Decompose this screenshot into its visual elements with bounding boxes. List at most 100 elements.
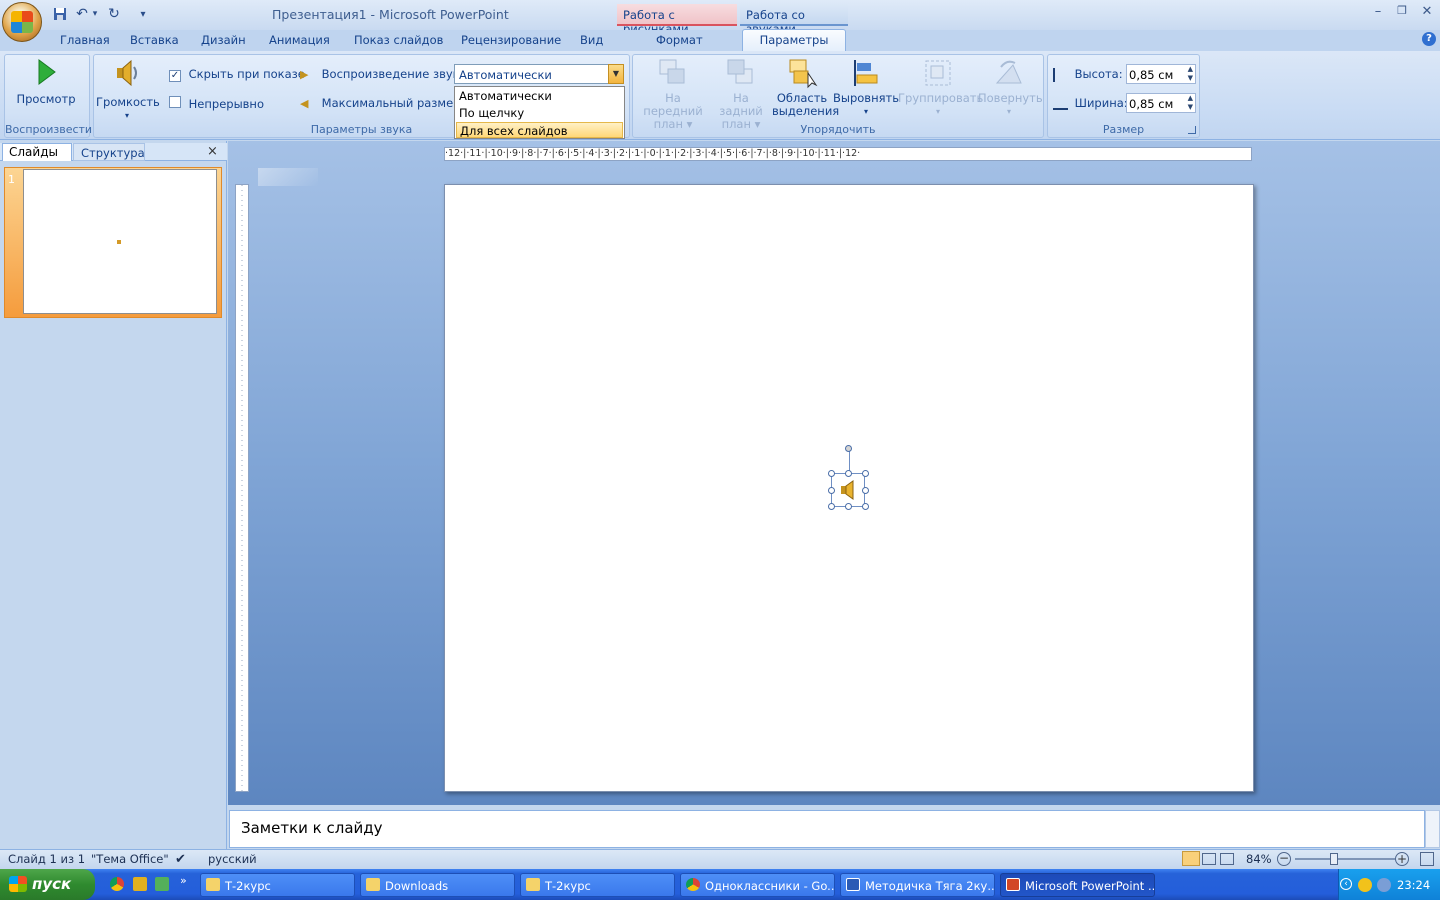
dropdown-option-all-slides[interactable]: Для всех слайдов	[456, 122, 623, 138]
vertical-ruler[interactable]	[235, 184, 249, 792]
zoom-slider[interactable]	[1295, 858, 1395, 860]
loop-checkbox[interactable]	[169, 96, 181, 108]
slideshow-icon[interactable]	[1220, 853, 1234, 865]
tab-options[interactable]: Параметры	[742, 29, 846, 52]
quicklaunch-more-icon[interactable]: »	[180, 874, 187, 887]
bring-front-label-1: На передний	[643, 91, 703, 118]
speaker-icon[interactable]	[837, 478, 861, 502]
combo-chevron-down-icon[interactable]: ▼	[608, 64, 624, 84]
spin-arrows-icon[interactable]: ▲ ▼	[1188, 65, 1193, 83]
rotate-button[interactable]: Повернуть ▾	[978, 57, 1043, 118]
resize-handle[interactable]	[862, 503, 869, 510]
preview-button[interactable]: Просмотр	[14, 58, 78, 106]
volume-button[interactable]: Громкость ▾	[96, 57, 160, 122]
fit-to-window-icon[interactable]	[1420, 852, 1434, 866]
play-sound-label: Воспроизведение звука:	[321, 67, 471, 81]
taskbar-item[interactable]: Одноклассники - Go...	[680, 873, 835, 897]
resize-handle[interactable]	[862, 470, 869, 477]
horizontal-ruler[interactable]: ·12·|·11·|·10·|·9·|·8·|·7·|·6·|·5·|·4·|·…	[444, 147, 1252, 161]
taskbar-item-active[interactable]: Microsoft PowerPoint ...	[1000, 873, 1155, 897]
tab-slideshow[interactable]: Показ слайдов	[354, 33, 443, 47]
tab-view[interactable]: Вид	[580, 33, 603, 47]
help-icon[interactable]: ?	[1422, 32, 1436, 46]
bring-to-front-button[interactable]: На передний план ▾	[636, 57, 710, 131]
play-sound-combo[interactable]: Автоматически	[454, 64, 624, 84]
language[interactable]: русский	[208, 852, 257, 866]
windows-logo-icon	[9, 876, 27, 892]
dropdown-option-on-click[interactable]: По щелчку	[456, 105, 623, 121]
folder-icon	[206, 878, 220, 891]
loop-option[interactable]: Непрерывно	[169, 96, 264, 111]
send-to-back-button[interactable]: На задний план ▾	[710, 57, 772, 131]
zoom-in-icon[interactable]: +	[1395, 852, 1409, 866]
max-size-row[interactable]: ◀ Максимальный размер з	[300, 96, 453, 110]
tray-expand-icon[interactable]: ‹	[1340, 878, 1352, 890]
clock: 23:24	[1397, 878, 1431, 892]
tab-design[interactable]: Дизайн	[201, 33, 246, 47]
normal-view-icon[interactable]	[1182, 851, 1200, 866]
sound-object-selection[interactable]	[831, 473, 865, 507]
taskbar-item[interactable]: Т-2курс	[520, 873, 675, 897]
notes-input[interactable]: Заметки к слайду	[229, 810, 1425, 848]
preview-label: Просмотр	[16, 92, 76, 106]
send-back-label-1: На задний	[719, 91, 763, 118]
tab-outline[interactable]: Структура	[73, 143, 145, 161]
tray-icon[interactable]	[1358, 878, 1372, 892]
spin-arrows-icon[interactable]: ▲ ▼	[1188, 94, 1193, 112]
play-sound-row: ▶ Воспроизведение звука:	[300, 67, 471, 81]
taskbar-item[interactable]: Downloads	[360, 873, 515, 897]
resize-handle[interactable]	[845, 470, 852, 477]
office-button[interactable]	[2, 2, 42, 42]
dropdown-option-auto[interactable]: Автоматически	[456, 88, 623, 104]
customize-qat-icon[interactable]: ▾	[134, 5, 152, 23]
tab-format[interactable]: Формат	[656, 33, 703, 47]
tab-home[interactable]: Главная	[60, 33, 110, 47]
hide-during-show-option[interactable]: ✓ Скрыть при показе	[169, 67, 305, 82]
minimize-button[interactable]: –	[1367, 4, 1389, 22]
save-icon[interactable]	[51, 5, 69, 23]
taskbar-item[interactable]: Т-2курс	[200, 873, 355, 897]
zoom-slider-thumb[interactable]	[1330, 853, 1338, 865]
resize-handle[interactable]	[828, 487, 835, 494]
spellcheck-icon[interactable]: ✔	[175, 852, 186, 867]
send-back-label-2: план ▾	[721, 117, 761, 131]
selection-pane-button[interactable]: Область выделения	[772, 57, 839, 118]
tray-icon[interactable]	[1377, 878, 1391, 892]
zoom-level[interactable]: 84%	[1246, 852, 1272, 866]
width-spinner[interactable]: 0,85 см ▲ ▼	[1126, 93, 1196, 113]
align-button[interactable]: Выровнять ▾	[833, 57, 899, 118]
group-button[interactable]: Группировать ▾	[898, 57, 983, 118]
resize-handle[interactable]	[828, 503, 835, 510]
undo-dropdown-icon[interactable]: ▾	[90, 5, 100, 23]
tab-review[interactable]: Рецензирование	[461, 33, 561, 47]
selection-pane-icon	[789, 59, 818, 89]
slide-canvas[interactable]	[444, 184, 1254, 792]
quicklaunch-icon[interactable]	[155, 877, 169, 891]
window-title: Презентация1 - Microsoft PowerPoint	[272, 7, 509, 22]
tab-animation[interactable]: Анимация	[269, 33, 330, 47]
hide-during-show-checkbox[interactable]: ✓	[169, 70, 181, 82]
close-pane-icon[interactable]: ×	[207, 144, 218, 159]
height-spinner[interactable]: 0,85 см ▲ ▼	[1126, 64, 1196, 84]
chrome-icon[interactable]	[110, 877, 124, 891]
rotate-label: Повернуть	[978, 91, 1043, 105]
resize-handle[interactable]	[862, 487, 869, 494]
quicklaunch-icon[interactable]	[133, 877, 147, 891]
tab-insert[interactable]: Вставка	[130, 33, 179, 47]
notes-scrollbar[interactable]	[1425, 810, 1440, 848]
rotation-handle[interactable]	[845, 445, 852, 452]
slide-thumbnail[interactable]	[23, 169, 217, 314]
close-button[interactable]: ✕	[1416, 4, 1438, 22]
resize-handle[interactable]	[845, 503, 852, 510]
thumbnail-sound-icon	[117, 240, 121, 244]
taskbar-item[interactable]: Методичка Тяга 2ку...	[840, 873, 995, 897]
resize-handle[interactable]	[828, 470, 835, 477]
undo-icon[interactable]: ↶	[73, 5, 91, 23]
dialog-launcher-icon[interactable]	[1188, 126, 1196, 134]
tab-slides[interactable]: Слайды	[2, 143, 72, 161]
slide-sorter-icon[interactable]	[1202, 853, 1216, 865]
redo-icon[interactable]: ↻	[105, 5, 123, 23]
maximize-button[interactable]: ❐	[1391, 4, 1413, 22]
theme-name[interactable]: "Тема Office"	[91, 852, 169, 866]
zoom-out-icon[interactable]: −	[1277, 852, 1291, 866]
